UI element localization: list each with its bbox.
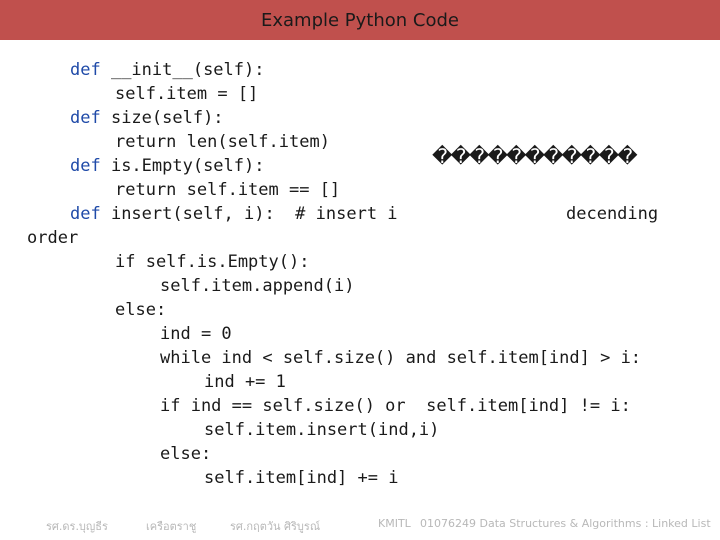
code-keyword: def: [70, 108, 101, 128]
code-line: return len(self.item): [115, 130, 330, 154]
code-line: def insert(self, i): # insert i: [70, 202, 408, 226]
code-line: ind = 0: [160, 322, 232, 346]
footer-author-3: รศ.กฤตวัน ศิริบูรณ์: [230, 520, 321, 533]
code-text: self.item.append(i): [160, 276, 355, 296]
code-text: ind = 0: [160, 324, 232, 344]
code-text: else:: [160, 444, 212, 464]
code-text: if ind == self.size() or self.item[ind] …: [160, 396, 631, 416]
code-line: else:: [160, 442, 211, 466]
code-text: self.item.insert(ind,i): [204, 420, 440, 440]
code-text: self.item[ind] += i: [204, 468, 399, 488]
code-text: if self.is.Empty():: [115, 252, 310, 272]
code-text: ind += 1: [204, 372, 286, 392]
code-line: order: [27, 226, 78, 250]
code-line: self.item[ind] += i: [204, 466, 398, 490]
code-line: if self.is.Empty():: [115, 250, 309, 274]
footer-author-2: เครือตราชู: [146, 520, 197, 533]
code-line: while ind < self.size() and self.item[in…: [160, 346, 641, 370]
code-line: def __init__(self):: [70, 58, 264, 82]
code-text: while ind < self.size() and self.item[in…: [160, 348, 642, 368]
code-line: self.item = []: [115, 82, 258, 106]
footer-course: 01076249 Data Structures & Algorithms : …: [420, 517, 711, 530]
code-keyword: def: [70, 204, 101, 224]
code-text: insert(self, i): # insert i: [100, 204, 408, 224]
code-text: else:: [115, 300, 167, 320]
code-line: self.item.append(i): [160, 274, 354, 298]
code-text: return self.item == []: [115, 180, 341, 200]
code-line: ind += 1: [204, 370, 286, 394]
slide-title-bar: Example Python Code: [0, 0, 720, 40]
code-line: return self.item == []: [115, 178, 340, 202]
slide-footer: รศ.ดร.บุญธีร เครือตราชู รศ.กฤตวัน ศิริบู…: [0, 517, 720, 537]
code-line: def is.Empty(self):: [70, 154, 264, 178]
code-text: self.item = []: [115, 84, 259, 104]
code-line: decending: [566, 202, 658, 226]
footer-author-1: รศ.ดร.บุญธีร: [46, 520, 108, 533]
code-text: size(self):: [100, 108, 224, 128]
footer-institute: KMITL: [378, 517, 411, 530]
code-text: decending: [566, 204, 659, 224]
code-text: return len(self.item): [115, 132, 330, 152]
code-text: __init__(self):: [100, 60, 265, 80]
code-text: is.Empty(self):: [100, 156, 265, 176]
code-line: self.item.insert(ind,i): [204, 418, 439, 442]
code-line: def size(self):: [70, 106, 224, 130]
code-text: order: [27, 228, 79, 248]
code-line: if ind == self.size() or self.item[ind] …: [160, 394, 631, 418]
code-keyword: def: [70, 60, 101, 80]
slide-title: Example Python Code: [260, 9, 459, 31]
code-keyword: def: [70, 156, 101, 176]
garbled-comment-text: �����������: [432, 144, 638, 168]
code-line: else:: [115, 298, 166, 322]
